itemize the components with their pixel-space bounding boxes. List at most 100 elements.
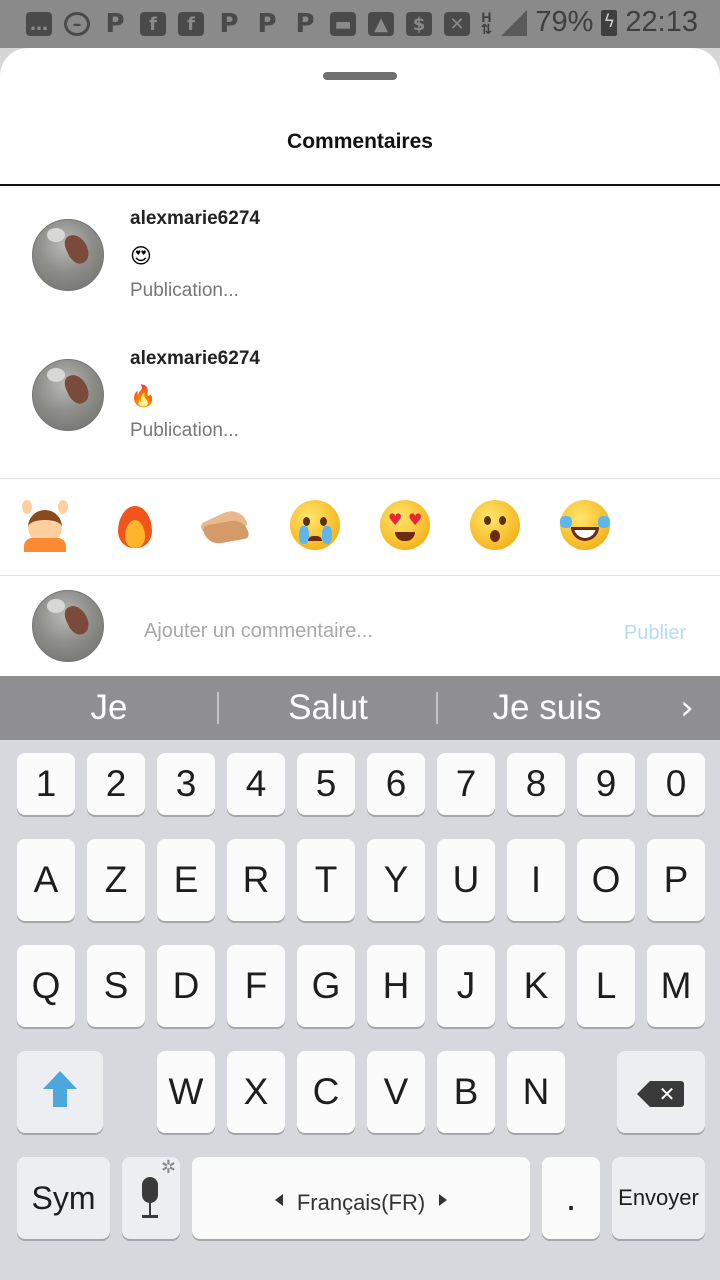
suggestion-item[interactable]: Je suis bbox=[438, 686, 656, 730]
mail-icon: ✕ bbox=[444, 12, 470, 36]
period-key[interactable]: . bbox=[542, 1157, 600, 1239]
battery-charging-icon bbox=[601, 9, 618, 36]
avatar[interactable] bbox=[32, 219, 104, 291]
pinterest-icon: P bbox=[295, 9, 315, 39]
space-language-label: Français(FR) bbox=[296, 1190, 426, 1215]
key[interactable]: M bbox=[647, 945, 705, 1027]
title-divider bbox=[0, 184, 720, 186]
facebook-icon: f bbox=[178, 12, 204, 36]
key[interactable]: 0 bbox=[647, 753, 705, 815]
key[interactable]: L bbox=[577, 945, 635, 1027]
chat-icon: … bbox=[26, 12, 52, 36]
surprised-face-emoji-button[interactable] bbox=[470, 500, 520, 550]
comment-username[interactable]: alexmarie6274 bbox=[130, 208, 260, 230]
suggestion-bar: Je Salut Je suis › bbox=[0, 676, 720, 740]
comment-status: Publication... bbox=[130, 280, 239, 301]
key[interactable]: Z bbox=[87, 839, 145, 921]
key[interactable]: 1 bbox=[17, 753, 75, 815]
key[interactable]: R bbox=[227, 839, 285, 921]
avatar[interactable] bbox=[32, 359, 104, 431]
money-icon: $ bbox=[406, 12, 432, 36]
key[interactable]: Q bbox=[17, 945, 75, 1027]
key[interactable]: W bbox=[157, 1051, 215, 1133]
message-icon: ▬ bbox=[330, 12, 356, 36]
caret-right-icon bbox=[439, 1194, 448, 1207]
signal-icon bbox=[501, 9, 528, 36]
drag-handle[interactable] bbox=[323, 72, 397, 80]
key[interactable]: 9 bbox=[577, 753, 635, 815]
battery-percent: 79% bbox=[535, 6, 594, 38]
key[interactable]: N bbox=[507, 1051, 565, 1133]
comment-status: Publication... bbox=[130, 420, 239, 441]
suggestion-item[interactable]: Je bbox=[0, 686, 218, 730]
key[interactable]: 5 bbox=[297, 753, 355, 815]
chevron-right-icon[interactable]: › bbox=[672, 690, 702, 726]
facebook-icon: f bbox=[140, 12, 166, 36]
key[interactable]: P bbox=[647, 839, 705, 921]
key[interactable]: X bbox=[227, 1051, 285, 1133]
key[interactable]: 3 bbox=[157, 753, 215, 815]
key[interactable]: Y bbox=[367, 839, 425, 921]
keyboard: 1 2 3 4 5 6 7 8 9 0 A Z E R T Y U I O P … bbox=[0, 740, 720, 1280]
key[interactable]: C bbox=[297, 1051, 355, 1133]
backspace-key[interactable]: ✕ bbox=[617, 1051, 705, 1133]
shift-key[interactable] bbox=[17, 1051, 103, 1133]
key[interactable]: I bbox=[507, 839, 565, 921]
clapping-hands-emoji-button[interactable] bbox=[199, 500, 250, 550]
key[interactable]: V bbox=[367, 1051, 425, 1133]
notification-icons: … – P f f P P P ▬ ▲ $ ✕ bbox=[26, 9, 470, 39]
shift-arrow-icon bbox=[43, 1071, 77, 1111]
space-key[interactable]: Français(FR) bbox=[192, 1157, 530, 1239]
send-key[interactable]: Envoyer bbox=[612, 1157, 705, 1239]
dnd-icon: – bbox=[64, 12, 90, 36]
quick-reaction-bar: ♥ ♥ bbox=[0, 478, 720, 574]
key[interactable]: 4 bbox=[227, 753, 285, 815]
key[interactable]: G bbox=[297, 945, 355, 1027]
pinterest-icon: P bbox=[105, 9, 125, 39]
key[interactable]: B bbox=[437, 1051, 495, 1133]
key[interactable]: S bbox=[87, 945, 145, 1027]
key[interactable]: D bbox=[157, 945, 215, 1027]
key[interactable]: H bbox=[367, 945, 425, 1027]
laughing-tears-emoji-button[interactable] bbox=[560, 500, 610, 550]
image-icon: ▲ bbox=[368, 12, 394, 36]
key[interactable]: A bbox=[17, 839, 75, 921]
comment-input[interactable] bbox=[144, 616, 584, 646]
sheet-title: Commentaires bbox=[287, 130, 433, 153]
key[interactable]: F bbox=[227, 945, 285, 1027]
comment-username[interactable]: alexmarie6274 bbox=[130, 348, 260, 370]
raising-hands-emoji-button[interactable] bbox=[20, 500, 70, 552]
key[interactable]: 7 bbox=[437, 753, 495, 815]
comment-item[interactable]: alexmarie6274 😍 Publication... bbox=[0, 198, 720, 328]
key[interactable]: E bbox=[157, 839, 215, 921]
comment-item[interactable]: alexmarie6274 🔥 Publication... bbox=[0, 338, 720, 468]
heart-eyes-emoji-button[interactable]: ♥ ♥ bbox=[380, 500, 430, 550]
key[interactable]: 2 bbox=[87, 753, 145, 815]
key[interactable]: T bbox=[297, 839, 355, 921]
key[interactable]: U bbox=[437, 839, 495, 921]
publish-button[interactable]: Publier bbox=[610, 622, 700, 645]
pinterest-icon: P bbox=[219, 9, 239, 39]
clock: 22:13 bbox=[625, 6, 698, 38]
key[interactable]: 8 bbox=[507, 753, 565, 815]
avatar bbox=[32, 590, 104, 662]
comment-text: 😍 bbox=[130, 244, 152, 268]
crying-face-emoji-button[interactable] bbox=[290, 500, 340, 550]
fire-emoji-button[interactable] bbox=[110, 500, 160, 550]
comments-sheet: Commentaires alexmarie6274 😍 Publication… bbox=[0, 48, 720, 676]
network-type-icon: H ⇅ bbox=[480, 8, 493, 37]
status-bar: … – P f f P P P ▬ ▲ $ ✕ H⇅ 79% 22:13 bbox=[0, 0, 720, 48]
caret-left-icon bbox=[274, 1194, 283, 1207]
status-right: H⇅ 79% 22:13 bbox=[479, 6, 699, 39]
key[interactable]: O bbox=[577, 839, 635, 921]
backspace-icon: ✕ bbox=[637, 1081, 687, 1107]
key[interactable]: 6 bbox=[367, 753, 425, 815]
suggestion-item[interactable]: Salut bbox=[219, 686, 437, 730]
voice-input-key[interactable]: ✲ bbox=[122, 1157, 180, 1239]
microphone-icon bbox=[138, 1177, 162, 1221]
sym-key[interactable]: Sym bbox=[17, 1157, 110, 1239]
key[interactable]: J bbox=[437, 945, 495, 1027]
pinterest-icon: P bbox=[257, 9, 277, 39]
key[interactable]: K bbox=[507, 945, 565, 1027]
gear-icon: ✲ bbox=[160, 1157, 176, 1178]
